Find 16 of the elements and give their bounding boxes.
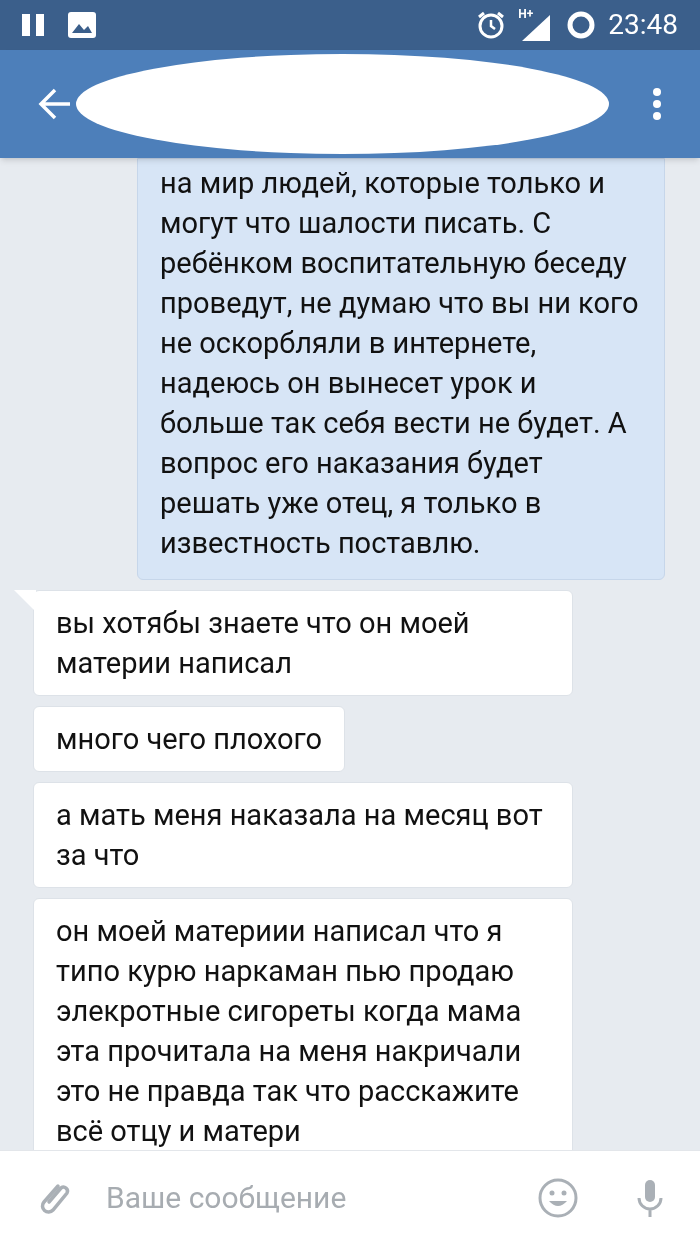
- incoming-message: вы хотябы знаете что он моей материи написал: [33, 590, 573, 696]
- bubble-tail-icon: [14, 590, 36, 612]
- pause-icon: [22, 14, 46, 36]
- smiley-icon[interactable]: [538, 1177, 578, 1218]
- clock: 23:48: [608, 7, 678, 43]
- incoming-message: он моей материии написал что я типо курю наркаман пью продаю элекротные сигореты когда мама эта прочитала на меня накричали это не правда так что расскажите всё отцу и матери: [33, 898, 573, 1150]
- microphone-icon[interactable]: [636, 1177, 664, 1218]
- outgoing-message: на мир людей, которые только и могут что шалости писать. С ребёнком воспитательную беседу проведут, не думаю что вы ни кого не оскорбляли в интернете, надеюсь он вынесет урок и больше так себя вести не будет. А вопрос его наказания будет решать уже отец, я только в известность поставлю.: [137, 158, 665, 580]
- sync-icon: [566, 10, 597, 40]
- alarm-icon: [476, 10, 507, 40]
- network-type: H+: [518, 6, 534, 23]
- image-icon: [68, 12, 96, 38]
- more-icon[interactable]: [652, 87, 662, 121]
- incoming-message: много чего плохого: [33, 706, 345, 772]
- back-icon[interactable]: [38, 87, 72, 121]
- incoming-message: а мать меня наказала на месяц вот за что: [33, 782, 573, 888]
